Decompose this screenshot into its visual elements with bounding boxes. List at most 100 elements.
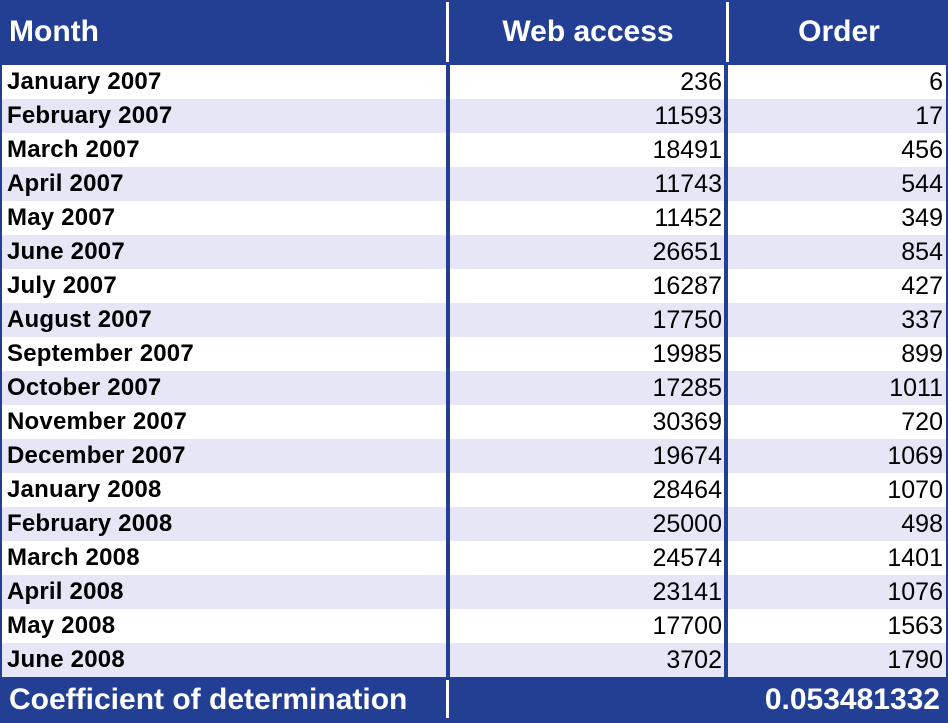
column-divider bbox=[724, 473, 728, 507]
data-table: Month Web access Order January 2007 236 6 F… bbox=[0, 0, 948, 722]
cell-month: August 2007 bbox=[7, 306, 152, 333]
table-row: September 2007 19985 899 bbox=[2, 337, 946, 371]
cell-month: February 2007 bbox=[7, 102, 173, 129]
column-divider bbox=[724, 201, 728, 235]
column-divider bbox=[724, 439, 728, 473]
cell-month: June 2007 bbox=[7, 238, 125, 265]
table-body: January 2007 236 6 February 2007 11593 17 Marc… bbox=[2, 65, 946, 677]
table-row: February 2007 11593 17 bbox=[2, 99, 946, 133]
cell-month: May 2008 bbox=[7, 612, 116, 639]
column-divider bbox=[724, 269, 728, 303]
cell-order: 1069 bbox=[887, 442, 943, 470]
table-row: July 2007 16287 427 bbox=[2, 269, 946, 303]
cell-order: 498 bbox=[901, 510, 943, 538]
column-divider bbox=[724, 507, 728, 541]
cell-order: 6 bbox=[929, 68, 943, 96]
column-divider bbox=[724, 303, 728, 337]
column-divider bbox=[724, 337, 728, 371]
table-footer: Coefficient of determination 0.053481332 bbox=[0, 677, 948, 722]
cell-month: April 2007 bbox=[7, 170, 124, 197]
cell-order: 337 bbox=[901, 306, 943, 334]
cell-month: September 2007 bbox=[7, 340, 194, 367]
cell-web-access: 30369 bbox=[652, 408, 722, 436]
cell-month: February 2008 bbox=[7, 510, 173, 537]
cell-web-access: 25000 bbox=[652, 510, 722, 538]
header-month: Month bbox=[9, 15, 99, 48]
cell-order: 854 bbox=[901, 238, 943, 266]
cell-web-access: 17700 bbox=[652, 612, 722, 640]
column-divider bbox=[724, 99, 728, 133]
cell-web-access: 26651 bbox=[652, 238, 722, 266]
cell-month: November 2007 bbox=[7, 408, 188, 435]
coefficient-value: 0.053481332 bbox=[764, 683, 940, 716]
header-divider bbox=[726, 2, 729, 62]
table-row: June 2008 3702 1790 bbox=[2, 643, 946, 677]
table-row: May 2007 11452 349 bbox=[2, 201, 946, 235]
cell-order: 17 bbox=[915, 102, 943, 130]
table-row: January 2008 28464 1070 bbox=[2, 473, 946, 507]
cell-web-access: 17285 bbox=[652, 374, 722, 402]
table-row: February 2008 25000 498 bbox=[2, 507, 946, 541]
cell-web-access: 24574 bbox=[652, 544, 722, 572]
table-row: April 2008 23141 1076 bbox=[2, 575, 946, 609]
table-row: March 2007 18491 456 bbox=[2, 133, 946, 167]
table-row: May 2008 17700 1563 bbox=[2, 609, 946, 643]
table-row: March 2008 24574 1401 bbox=[2, 541, 946, 575]
column-divider bbox=[724, 371, 728, 405]
cell-month: April 2008 bbox=[7, 578, 124, 605]
table-row: December 2007 19674 1069 bbox=[2, 439, 946, 473]
table-row: October 2007 17285 1011 bbox=[2, 371, 946, 405]
cell-web-access: 11452 bbox=[654, 204, 722, 232]
cell-month: October 2007 bbox=[7, 374, 162, 401]
cell-month: March 2007 bbox=[7, 136, 140, 163]
column-divider bbox=[724, 609, 728, 643]
column-divider bbox=[724, 575, 728, 609]
cell-month: March 2008 bbox=[7, 544, 140, 571]
cell-month: May 2007 bbox=[7, 204, 116, 231]
cell-web-access: 19674 bbox=[652, 442, 722, 470]
cell-web-access: 18491 bbox=[652, 136, 722, 164]
coefficient-label: Coefficient of determination bbox=[9, 683, 408, 716]
cell-web-access: 11593 bbox=[654, 102, 722, 130]
cell-order: 349 bbox=[901, 204, 943, 232]
column-divider bbox=[724, 235, 728, 269]
cell-web-access: 11743 bbox=[654, 170, 722, 198]
cell-web-access: 236 bbox=[680, 68, 722, 96]
column-divider bbox=[724, 405, 728, 439]
table-row: August 2007 17750 337 bbox=[2, 303, 946, 337]
cell-order: 544 bbox=[901, 170, 943, 198]
cell-month: July 2007 bbox=[7, 272, 117, 299]
cell-order: 899 bbox=[901, 340, 943, 368]
cell-order: 456 bbox=[901, 136, 943, 164]
cell-month: January 2008 bbox=[7, 476, 162, 503]
column-divider bbox=[724, 541, 728, 575]
cell-web-access: 3702 bbox=[666, 646, 722, 674]
cell-month: June 2008 bbox=[7, 646, 125, 673]
header-divider bbox=[446, 2, 449, 62]
cell-web-access: 17750 bbox=[652, 306, 722, 334]
table-row: November 2007 30369 720 bbox=[2, 405, 946, 439]
cell-month: December 2007 bbox=[7, 442, 186, 469]
cell-order: 1401 bbox=[887, 544, 943, 572]
cell-order: 1790 bbox=[887, 646, 943, 674]
column-divider bbox=[724, 133, 728, 167]
footer-divider bbox=[446, 680, 449, 718]
cell-order: 1076 bbox=[887, 578, 943, 606]
cell-order: 1563 bbox=[887, 612, 943, 640]
cell-web-access: 16287 bbox=[652, 272, 722, 300]
column-divider bbox=[724, 167, 728, 201]
cell-month: January 2007 bbox=[7, 68, 162, 95]
cell-web-access: 23141 bbox=[652, 578, 722, 606]
header-web-access: Web access bbox=[502, 15, 674, 48]
cell-order: 1011 bbox=[889, 374, 943, 402]
cell-web-access: 28464 bbox=[652, 476, 722, 504]
cell-order: 1070 bbox=[887, 476, 943, 504]
cell-web-access: 19985 bbox=[652, 340, 722, 368]
table-row: June 2007 26651 854 bbox=[2, 235, 946, 269]
column-divider bbox=[724, 65, 728, 99]
table-header: Month Web access Order bbox=[0, 0, 948, 64]
table-row: April 2007 11743 544 bbox=[2, 167, 946, 201]
column-divider bbox=[724, 643, 728, 677]
header-order: Order bbox=[798, 15, 880, 48]
cell-order: 720 bbox=[901, 408, 943, 436]
